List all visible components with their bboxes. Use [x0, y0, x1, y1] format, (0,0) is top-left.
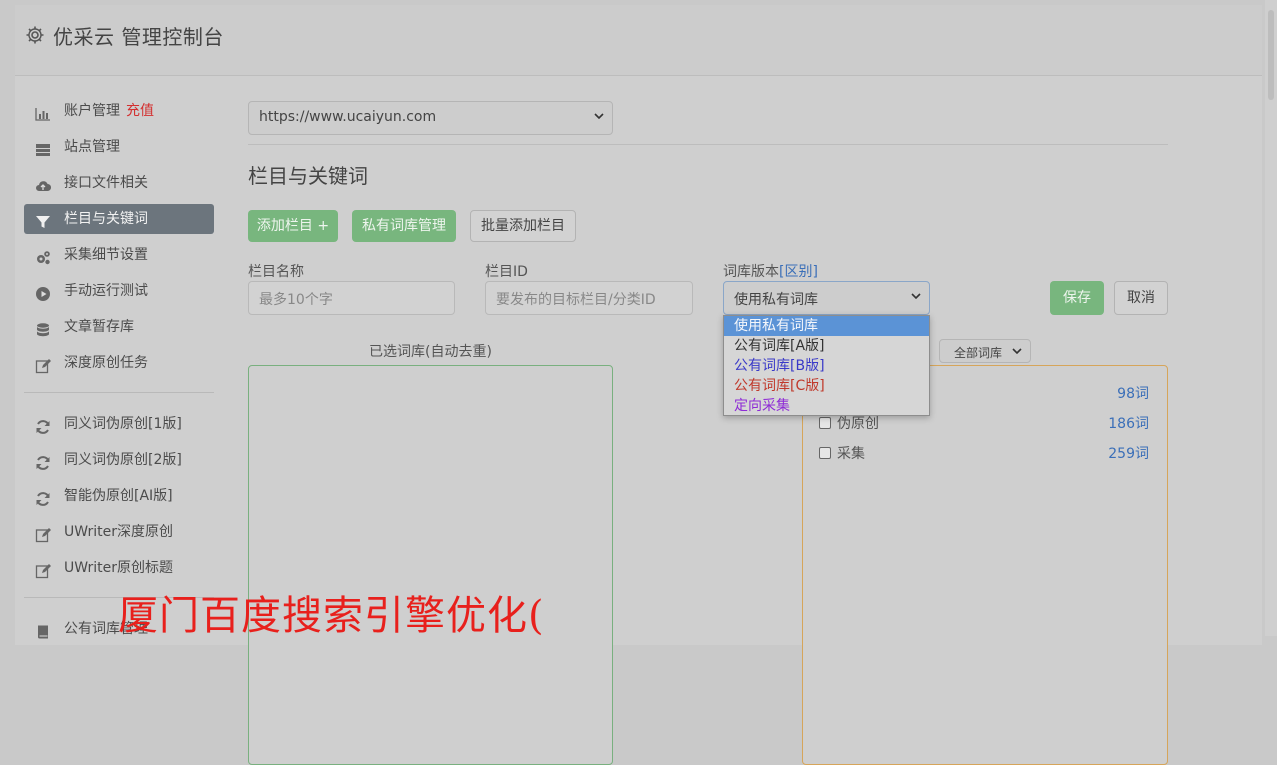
watermark-text: 厦门百度搜索引擎优化( — [118, 593, 545, 639]
dropdown-option-directed[interactable]: 定向采集 — [724, 396, 929, 416]
edit-icon — [35, 560, 51, 579]
library-row-label: 伪原创 — [837, 416, 879, 432]
sidebar-item-account[interactable]: 账户管理 充值 — [24, 96, 214, 126]
library-list-box: 98词 伪原创 186词 采集 259词 — [802, 365, 1168, 765]
refresh-icon — [35, 416, 51, 434]
library-row-count: 259词 — [1108, 446, 1149, 462]
sidebar-item-label: 账户管理 — [64, 103, 120, 119]
dropdown-option-private[interactable]: 使用私有词库 — [724, 316, 929, 336]
library-version-dropdown: 使用私有词库 公有词库[A版] 公有词库[B版] 公有词库[C版] 定向采集 — [723, 315, 930, 416]
sidebar-item-synonym-v1[interactable]: 同义词伪原创[1版] — [24, 409, 214, 439]
sidebar-item-interface-files[interactable]: 接口文件相关 — [24, 168, 214, 198]
gear-icon — [25, 25, 45, 45]
list-item[interactable]: 采集 259词 — [819, 443, 1149, 463]
sidebar-item-label: 智能伪原创[AI版] — [64, 488, 173, 504]
column-name-input[interactable]: 最多10个字 — [248, 281, 455, 315]
play-circle-icon — [35, 283, 51, 301]
site-select-value: https://www.ucaiyun.com — [259, 109, 437, 125]
sidebar-item-label: 站点管理 — [64, 139, 120, 155]
sidebar-item-label: 手动运行测试 — [64, 283, 148, 299]
recharge-link[interactable]: 充值 — [126, 103, 154, 119]
sidebar-item-label: 采集细节设置 — [64, 247, 148, 263]
library-version-select[interactable]: 使用私有词库 — [723, 281, 930, 315]
sidebar-item-manual-run[interactable]: 手动运行测试 — [24, 276, 214, 306]
sidebar-item-label: UWriter深度原创 — [64, 524, 173, 540]
sidebar-item-synonym-v2[interactable]: 同义词伪原创[2版] — [24, 445, 214, 475]
sidebar-item-columns-keywords[interactable]: 栏目与关键词 — [24, 204, 214, 234]
checkbox[interactable] — [819, 447, 831, 459]
selected-library-title: 已选词库(自动去重) — [369, 344, 492, 360]
sidebar-item-ai-rewrite[interactable]: 智能伪原创[AI版] — [24, 481, 214, 511]
sidebar-item-label: 同义词伪原创[1版] — [64, 416, 182, 432]
dropdown-option-public-a[interactable]: 公有词库[A版] — [724, 336, 929, 356]
site-select[interactable]: https://www.ucaiyun.com — [248, 101, 613, 135]
column-id-input[interactable]: 要发布的目标栏目/分类ID — [485, 281, 693, 315]
chevron-down-icon — [1012, 348, 1022, 354]
cancel-button[interactable]: 取消 — [1114, 281, 1168, 315]
library-row-count: 98词 — [1117, 386, 1149, 402]
sidebar-item-label: 接口文件相关 — [64, 175, 148, 191]
all-library-select[interactable]: 全部词库 — [939, 339, 1031, 363]
cloud-upload-icon — [35, 175, 52, 192]
library-row-count: 186词 — [1108, 416, 1149, 432]
divider — [248, 144, 1168, 145]
scrollbar-thumb[interactable] — [1268, 10, 1274, 100]
list-item[interactable]: 伪原创 186词 — [819, 413, 1149, 433]
chevron-down-icon — [911, 293, 921, 299]
sidebar-item-label: 文章暂存库 — [64, 319, 134, 335]
book-icon — [35, 621, 51, 639]
sidebar-divider — [24, 392, 214, 393]
page-scrollbar[interactable] — [1265, 0, 1277, 636]
section-title: 栏目与关键词 — [248, 164, 368, 188]
cogs-icon — [35, 247, 51, 265]
top-header: 优采云 管理控制台 — [15, 5, 1262, 76]
sidebar-item-label: 栏目与关键词 — [64, 211, 148, 227]
filter-icon — [35, 211, 51, 228]
save-button[interactable]: 保存 — [1050, 281, 1104, 315]
chevron-down-icon — [594, 113, 604, 119]
edit-icon — [35, 524, 51, 543]
dropdown-option-public-c[interactable]: 公有词库[C版] — [724, 376, 929, 396]
difference-link[interactable]: [区别] — [779, 264, 818, 280]
library-version-label-text: 词库版本 — [723, 264, 779, 280]
edit-icon — [35, 355, 51, 374]
app-title: 优采云 管理控制台 — [53, 25, 224, 49]
database-icon — [35, 319, 51, 337]
selected-library-box[interactable] — [248, 365, 613, 765]
library-version-value: 使用私有词库 — [734, 292, 818, 308]
bar-chart-icon — [35, 103, 51, 121]
refresh-icon — [35, 488, 51, 506]
dropdown-option-public-b[interactable]: 公有词库[B版] — [724, 356, 929, 376]
add-column-button[interactable]: 添加栏目 + — [248, 210, 338, 242]
sidebar-item-label: 深度原创任务 — [64, 355, 148, 371]
sidebar-item-deep-original[interactable]: 深度原创任务 — [24, 348, 214, 378]
column-name-label: 栏目名称 — [248, 264, 304, 280]
sidebar-item-uwriter-title[interactable]: UWriter原创标题 — [24, 553, 214, 583]
library-row-label: 采集 — [837, 446, 865, 462]
all-library-select-value: 全部词库 — [954, 346, 1003, 360]
batch-add-button[interactable]: 批量添加栏目 — [470, 210, 576, 242]
private-library-button[interactable]: 私有词库管理 — [352, 210, 456, 242]
sidebar-item-label: UWriter原创标题 — [64, 560, 173, 576]
checkbox[interactable] — [819, 417, 831, 429]
server-icon — [35, 139, 51, 156]
sidebar-item-uwriter-deep[interactable]: UWriter深度原创 — [24, 517, 214, 547]
column-id-label: 栏目ID — [485, 264, 528, 280]
sidebar-item-collect-settings[interactable]: 采集细节设置 — [24, 240, 214, 270]
refresh-icon — [35, 452, 51, 470]
sidebar: 账户管理 充值 站点管理 接口文件相关 栏目与关键词 采集细节设置 手动运行测试 … — [24, 96, 214, 650]
sidebar-item-label: 同义词伪原创[2版] — [64, 452, 182, 468]
library-version-label: 词库版本[区别] — [723, 261, 818, 281]
sidebar-item-article-storage[interactable]: 文章暂存库 — [24, 312, 214, 342]
sidebar-item-sites[interactable]: 站点管理 — [24, 132, 214, 162]
